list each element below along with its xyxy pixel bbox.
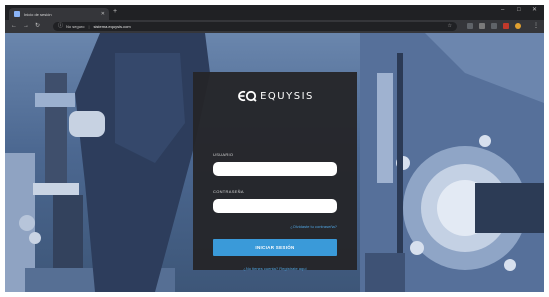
forward-icon[interactable]: → (23, 23, 29, 29)
equysis-logo-icon (238, 90, 257, 102)
brand-name: EQUYSIS (260, 90, 314, 102)
profile-avatar-icon[interactable] (515, 23, 521, 29)
minimize-icon[interactable]: – (501, 7, 504, 13)
maximize-icon[interactable]: □ (517, 7, 521, 13)
username-field[interactable] (213, 162, 337, 176)
username-label: USUARIO (213, 152, 234, 157)
password-field[interactable] (213, 199, 337, 213)
back-icon[interactable]: ← (11, 23, 17, 29)
browser-toolbar: ← → ↻ ⓘ No seguro | sistema.equysis.com … (5, 20, 544, 33)
login-card: EQUYSIS USUARIO CONTRASEÑA ¿Olvidaste tu… (193, 72, 357, 271)
url-text: sistema.equysis.com (93, 24, 131, 29)
close-window-icon[interactable]: ✕ (532, 7, 537, 13)
extension-icon[interactable] (479, 23, 485, 29)
separator: | (88, 24, 90, 29)
brand-logo: EQUYSIS (193, 90, 357, 102)
forgot-password-link[interactable]: ¿Olvidaste tu contraseña? (290, 224, 337, 229)
page-viewport: EQUYSIS USUARIO CONTRASEÑA ¿Olvidaste tu… (5, 33, 544, 292)
extension-icon[interactable] (467, 23, 473, 29)
browser-tab[interactable]: Inicio de sesión ✕ (9, 8, 109, 20)
site-info-icon[interactable]: ⓘ (58, 24, 63, 29)
register-link[interactable]: ¿No tienes cuenta? Regístrate aquí (193, 266, 357, 271)
favicon-icon (14, 11, 20, 17)
close-tab-icon[interactable]: ✕ (101, 11, 105, 17)
new-tab-button[interactable]: + (113, 8, 117, 15)
tab-strip: Inicio de sesión ✕ + – □ ✕ (5, 5, 544, 20)
security-label: No seguro (66, 24, 85, 29)
address-bar[interactable]: ⓘ No seguro | sistema.equysis.com ☆ (53, 22, 457, 31)
password-label: CONTRASEÑA (213, 189, 244, 194)
reload-icon[interactable]: ↻ (35, 23, 40, 29)
tab-title: Inicio de sesión (24, 11, 52, 17)
extension-icon[interactable] (503, 23, 509, 29)
browser-window: Inicio de sesión ✕ + – □ ✕ ← → ↻ ⓘ No se… (5, 5, 544, 292)
star-icon[interactable]: ☆ (448, 24, 452, 29)
kebab-menu-icon[interactable]: ⋮ (533, 23, 539, 29)
extension-icon[interactable] (491, 23, 497, 29)
login-button[interactable]: INICIAR SESIÓN (213, 239, 337, 256)
